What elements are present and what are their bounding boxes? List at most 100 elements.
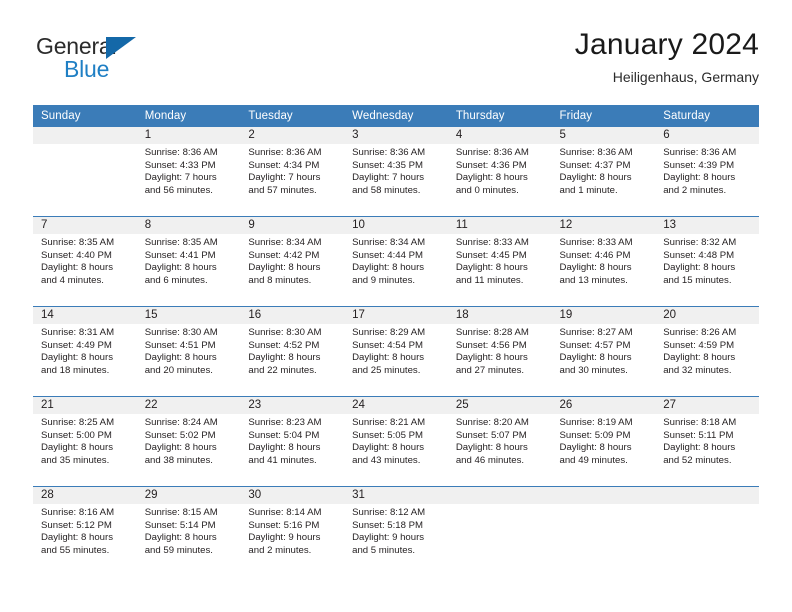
day-info-sunrise: Sunrise: 8:36 AM [455, 147, 529, 158]
day-info-sunrise: Sunrise: 8:28 AM [455, 327, 529, 338]
day-info-daylight2: and 2 minutes. [663, 184, 727, 196]
day-info-daylight1: Daylight: 8 hours [41, 352, 113, 364]
day-info-daylight1: Daylight: 8 hours [41, 442, 113, 454]
calendar-day-cell[interactable]: 19 Sunrise: 8:27 AM Sunset: 4:57 PM Dayligh… [551, 306, 656, 397]
day-info-daylight1: Daylight: 8 hours [663, 352, 736, 364]
day-info-sunset: Sunset: 5:02 PM [144, 429, 216, 441]
calendar-day-cell[interactable]: 27 Sunrise: 8:18 AM Sunset: 5:11 PM Dayligh… [655, 396, 759, 487]
calendar-day-cell[interactable]: 15 Sunrise: 8:30 AM Sunset: 4:51 PM Dayligh… [136, 306, 241, 397]
day-info-daylight1: Daylight: 8 hours [144, 262, 217, 274]
day-info: Sunrise: 8:34 AM Sunset: 4:44 PM Daylight:… [344, 234, 448, 287]
calendar-day-cell[interactable]: 5 Sunrise: 8:36 AM Sunset: 4:37 PM Daylight… [551, 127, 656, 217]
day-info-daylight1: Daylight: 8 hours [248, 352, 321, 364]
day-info-sunrise: Sunrise: 8:35 AM [144, 237, 218, 248]
calendar-day-cell[interactable]: 1 Sunrise: 8:36 AM Sunset: 4:33 PM Daylight… [136, 127, 241, 217]
day-number: 2 [240, 127, 345, 144]
day-number: 12 [551, 217, 656, 234]
day-cell-inner: 29 Sunrise: 8:15 AM Sunset: 5:14 PM Dayligh… [136, 487, 241, 576]
day-cell-inner: 8 Sunrise: 8:35 AM Sunset: 4:41 PM Daylight… [136, 217, 241, 306]
day-info-sunset: Sunset: 5:09 PM [559, 429, 631, 441]
calendar-day-cell[interactable]: 18 Sunrise: 8:28 AM Sunset: 4:56 PM Dayligh… [447, 306, 552, 397]
day-number-empty [33, 127, 137, 144]
day-info: Sunrise: 8:29 AM Sunset: 4:54 PM Daylight:… [344, 324, 448, 377]
day-info-daylight1: Daylight: 8 hours [144, 442, 217, 454]
day-info-daylight2: and 5 minutes. [352, 544, 416, 556]
day-info-daylight1: Daylight: 8 hours [248, 442, 321, 454]
calendar-day-cell[interactable]: 11 Sunrise: 8:33 AM Sunset: 4:45 PM Dayligh… [447, 216, 552, 307]
day-info-sunset: Sunset: 4:51 PM [144, 339, 216, 351]
calendar-day-cell[interactable]: 31 Sunrise: 8:12 AM Sunset: 5:18 PM Dayligh… [344, 486, 448, 576]
day-cell-inner: 10 Sunrise: 8:34 AM Sunset: 4:44 PM Dayligh… [344, 217, 448, 306]
calendar-day-cell[interactable]: 6 Sunrise: 8:36 AM Sunset: 4:39 PM Daylight… [655, 127, 759, 217]
day-info-daylight2: and 27 minutes. [455, 364, 525, 376]
day-info-daylight1: Daylight: 8 hours [144, 532, 217, 544]
calendar-day-cell[interactable]: 29 Sunrise: 8:15 AM Sunset: 5:14 PM Dayligh… [136, 486, 241, 576]
day-number: 24 [344, 397, 448, 414]
calendar-day-cell[interactable]: 12 Sunrise: 8:33 AM Sunset: 4:46 PM Dayligh… [551, 216, 656, 307]
day-info-daylight1: Daylight: 8 hours [352, 262, 425, 274]
calendar-day-cell[interactable]: 28 Sunrise: 8:16 AM Sunset: 5:12 PM Dayligh… [33, 486, 137, 576]
day-number: 9 [240, 217, 345, 234]
calendar-day-cell[interactable]: 14 Sunrise: 8:31 AM Sunset: 4:49 PM Dayligh… [33, 306, 137, 397]
calendar-day-cell[interactable]: 22 Sunrise: 8:24 AM Sunset: 5:02 PM Dayligh… [136, 396, 241, 487]
day-cell-inner: 27 Sunrise: 8:18 AM Sunset: 5:11 PM Dayligh… [655, 397, 759, 486]
day-info: Sunrise: 8:33 AM Sunset: 4:46 PM Daylight:… [552, 234, 656, 287]
calendar-day-cell[interactable]: 26 Sunrise: 8:19 AM Sunset: 5:09 PM Dayligh… [551, 396, 656, 487]
day-info-daylight2: and 8 minutes. [248, 274, 312, 286]
day-info: Sunrise: 8:36 AM Sunset: 4:35 PM Daylight:… [344, 144, 448, 197]
calendar-day-cell[interactable]: 30 Sunrise: 8:14 AM Sunset: 5:16 PM Dayligh… [240, 486, 345, 576]
day-info-sunrise: Sunrise: 8:18 AM [663, 417, 737, 428]
day-info-sunrise: Sunrise: 8:36 AM [248, 147, 322, 158]
day-info-sunset: Sunset: 5:04 PM [248, 429, 320, 441]
calendar-day-cell[interactable]: 8 Sunrise: 8:35 AM Sunset: 4:41 PM Daylight… [136, 216, 241, 307]
calendar-day-cell[interactable]: 24 Sunrise: 8:21 AM Sunset: 5:05 PM Dayligh… [344, 396, 448, 487]
day-cell-inner: 26 Sunrise: 8:19 AM Sunset: 5:09 PM Dayligh… [551, 397, 656, 486]
calendar-day-cell[interactable]: 13 Sunrise: 8:32 AM Sunset: 4:48 PM Dayligh… [655, 216, 759, 307]
day-info-daylight2: and 0 minutes. [455, 184, 519, 196]
day-info-sunset: Sunset: 4:45 PM [455, 249, 527, 261]
page-header: General Blue January 2024 Heiligenhaus, … [33, 26, 759, 96]
day-cell-inner: 16 Sunrise: 8:30 AM Sunset: 4:52 PM Dayligh… [240, 307, 345, 396]
calendar-day-cell[interactable]: 25 Sunrise: 8:20 AM Sunset: 5:07 PM Dayligh… [447, 396, 552, 487]
calendar-day-cell[interactable]: 10 Sunrise: 8:34 AM Sunset: 4:44 PM Dayligh… [344, 216, 448, 307]
day-info: Sunrise: 8:21 AM Sunset: 5:05 PM Daylight:… [344, 414, 448, 467]
day-info-daylight1: Daylight: 8 hours [41, 532, 113, 544]
day-info: Sunrise: 8:36 AM Sunset: 4:37 PM Daylight:… [552, 144, 656, 197]
day-info: Sunrise: 8:35 AM Sunset: 4:41 PM Daylight:… [137, 234, 241, 287]
day-info-daylight1: Daylight: 7 hours [248, 172, 321, 184]
calendar-day-cell[interactable]: 7 Sunrise: 8:35 AM Sunset: 4:40 PM Daylight… [33, 216, 137, 307]
generalblue-logo[interactable]: General Blue [36, 34, 196, 92]
calendar-day-cell[interactable]: 23 Sunrise: 8:23 AM Sunset: 5:04 PM Dayligh… [240, 396, 345, 487]
day-info-daylight1: Daylight: 8 hours [559, 172, 632, 184]
logo-text-blue: Blue [64, 56, 110, 82]
day-info-sunset: Sunset: 4:57 PM [559, 339, 631, 351]
calendar-day-cell[interactable]: 16 Sunrise: 8:30 AM Sunset: 4:52 PM Dayligh… [240, 306, 345, 397]
calendar-day-cell[interactable]: 21 Sunrise: 8:25 AM Sunset: 5:00 PM Dayligh… [33, 396, 137, 487]
day-info-daylight2: and 18 minutes. [41, 364, 110, 376]
day-number: 23 [240, 397, 345, 414]
day-cell-inner: 14 Sunrise: 8:31 AM Sunset: 4:49 PM Dayligh… [33, 307, 137, 396]
calendar-day-cell[interactable]: 17 Sunrise: 8:29 AM Sunset: 4:54 PM Dayligh… [344, 306, 448, 397]
day-info-sunrise: Sunrise: 8:21 AM [352, 417, 426, 428]
calendar-day-cell[interactable]: 4 Sunrise: 8:36 AM Sunset: 4:36 PM Daylight… [447, 127, 552, 217]
day-info-sunrise: Sunrise: 8:16 AM [41, 507, 115, 518]
day-info-sunrise: Sunrise: 8:33 AM [559, 237, 633, 248]
calendar-day-cell-empty [551, 486, 656, 576]
day-info-sunset: Sunset: 5:14 PM [144, 519, 216, 531]
day-info: Sunrise: 8:36 AM Sunset: 4:34 PM Daylight:… [240, 144, 344, 197]
day-info-sunset: Sunset: 4:48 PM [663, 249, 735, 261]
day-number-empty [551, 487, 656, 504]
day-cell-inner: 5 Sunrise: 8:36 AM Sunset: 4:37 PM Daylight… [551, 127, 656, 216]
calendar-day-cell[interactable]: 2 Sunrise: 8:36 AM Sunset: 4:34 PM Daylight… [240, 127, 345, 217]
calendar-day-cell[interactable]: 3 Sunrise: 8:36 AM Sunset: 4:35 PM Daylight… [344, 127, 448, 217]
calendar-grid: Sunday Monday Tuesday Wednesday Thursday… [33, 105, 759, 576]
day-info: Sunrise: 8:20 AM Sunset: 5:07 PM Daylight:… [448, 414, 552, 467]
day-info-daylight2: and 35 minutes. [41, 454, 110, 466]
calendar-day-cell[interactable]: 20 Sunrise: 8:26 AM Sunset: 4:59 PM Dayligh… [655, 306, 759, 397]
day-info-sunrise: Sunrise: 8:30 AM [144, 327, 218, 338]
day-info-sunrise: Sunrise: 8:24 AM [144, 417, 218, 428]
day-info-daylight2: and 59 minutes. [144, 544, 213, 556]
day-number-empty [447, 487, 552, 504]
calendar-day-cell[interactable]: 9 Sunrise: 8:34 AM Sunset: 4:42 PM Daylight… [240, 216, 345, 307]
day-info-sunrise: Sunrise: 8:15 AM [144, 507, 218, 518]
